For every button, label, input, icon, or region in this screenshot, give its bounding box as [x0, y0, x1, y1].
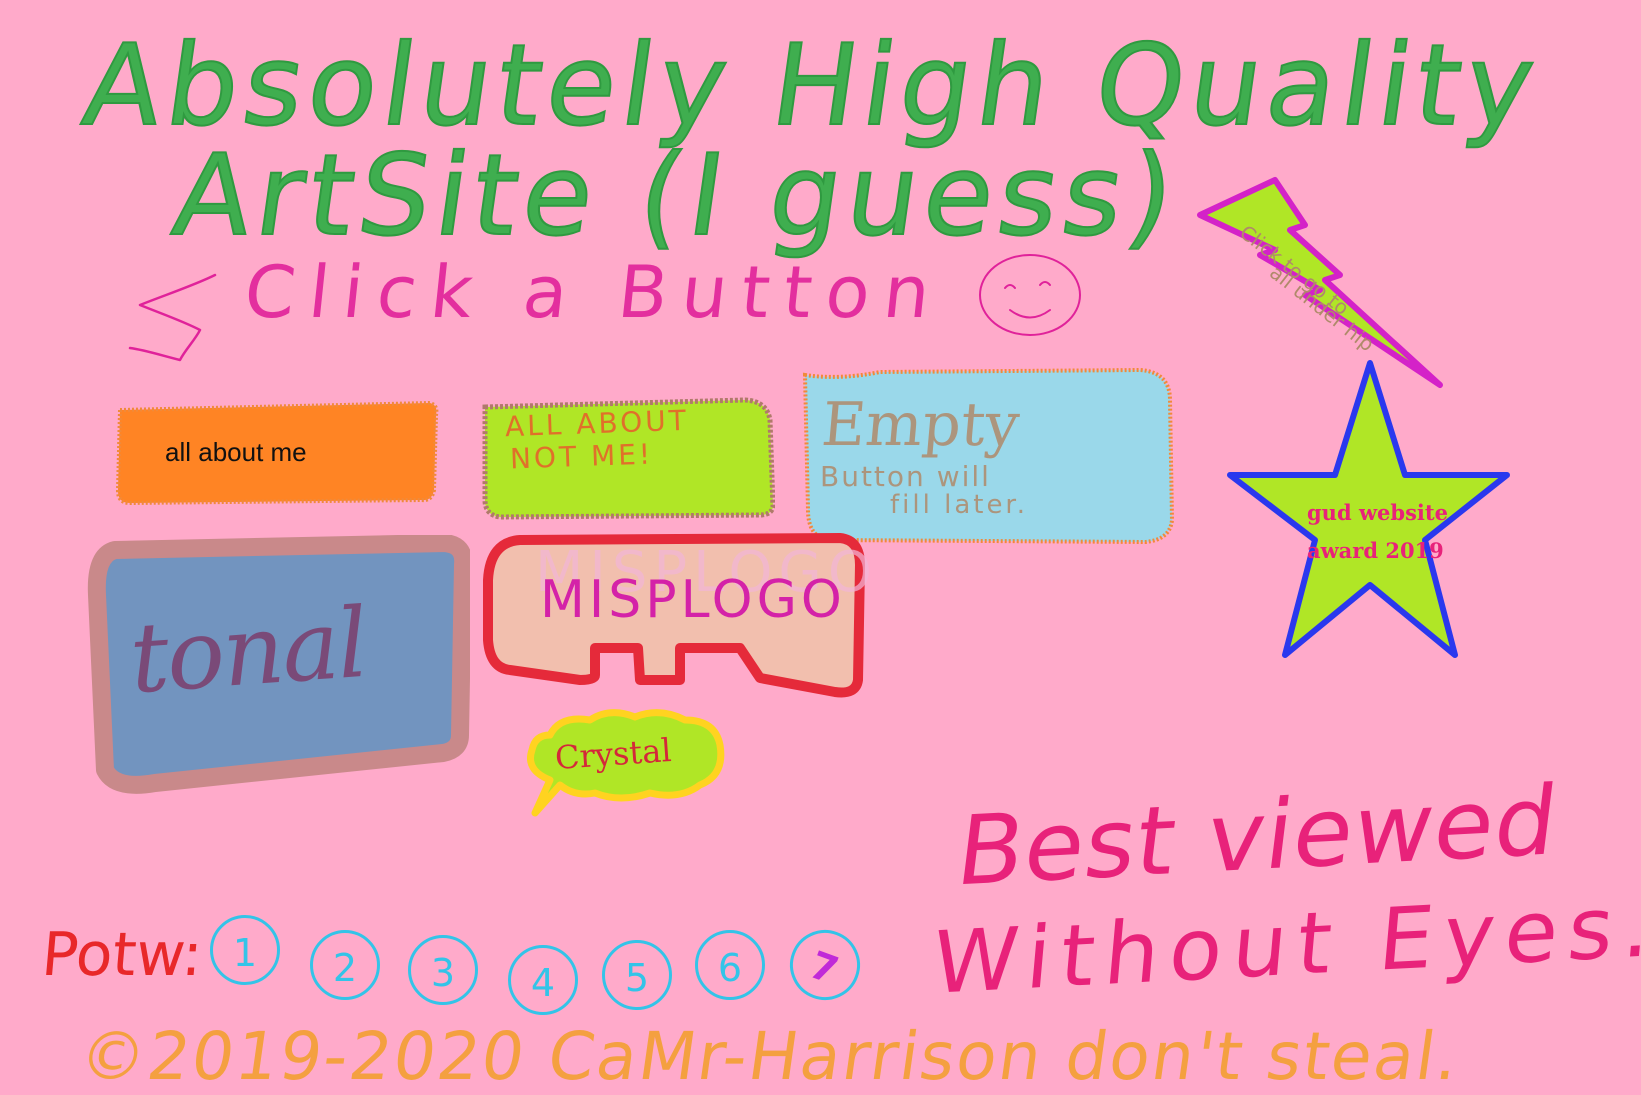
potw-item-4[interactable]: 4	[508, 945, 578, 1015]
all-about-not-me-button[interactable]: ALL ABOUT NOT ME!	[475, 395, 775, 520]
site-title-line1: Absolutely High Quality	[75, 20, 1549, 152]
tonal-label: tonal	[126, 586, 370, 716]
instruction-text: Click a Button	[240, 250, 949, 334]
potw-item-5[interactable]: 5	[602, 940, 672, 1010]
potw-item-2[interactable]: 2	[310, 930, 380, 1000]
click-a-button-instruction: Click a Button	[125, 250, 1125, 370]
tonal-button[interactable]: tonal	[75, 535, 470, 810]
all-about-me-label: all about me	[165, 437, 307, 467]
potw-item-7[interactable]: 7	[780, 920, 870, 1010]
crystal-label: Crystal	[553, 730, 673, 778]
empty-button[interactable]: Empty Button will fill later.	[800, 360, 1180, 550]
all-about-label-line2: NOT ME!	[509, 437, 654, 476]
empty-title: Empty	[818, 390, 1023, 460]
footer-copyright: ©2019-2020 CaMr-Harrison don't steal.	[74, 1018, 1466, 1095]
potw-item-6[interactable]: 6	[695, 930, 765, 1000]
award-text-line1: gud website	[1307, 500, 1448, 525]
potw-label: Potw:	[38, 920, 206, 990]
misplogo-label: MISPLOGO	[540, 570, 846, 630]
empty-sub-line2: fill later.	[890, 490, 1029, 520]
all-about-me-button[interactable]: all about me	[110, 395, 440, 510]
potw-item-1[interactable]: 1	[210, 915, 280, 985]
award-star-badge: gud website award 2019	[1225, 355, 1515, 665]
misplogo-button[interactable]: MISPLOGO MISPLOGO	[480, 530, 872, 700]
empty-sub-line1: Button will	[820, 460, 991, 493]
site-title-line2: ArtSite (I guess)	[165, 130, 1188, 262]
crystal-button[interactable]: Crystal	[520, 705, 730, 820]
all-about-label-line1: ALL ABOUT	[504, 403, 690, 444]
potw-item-3[interactable]: 3	[408, 935, 478, 1005]
award-text-line2: award 2019	[1307, 538, 1444, 563]
smiley-face-icon	[979, 254, 1081, 336]
